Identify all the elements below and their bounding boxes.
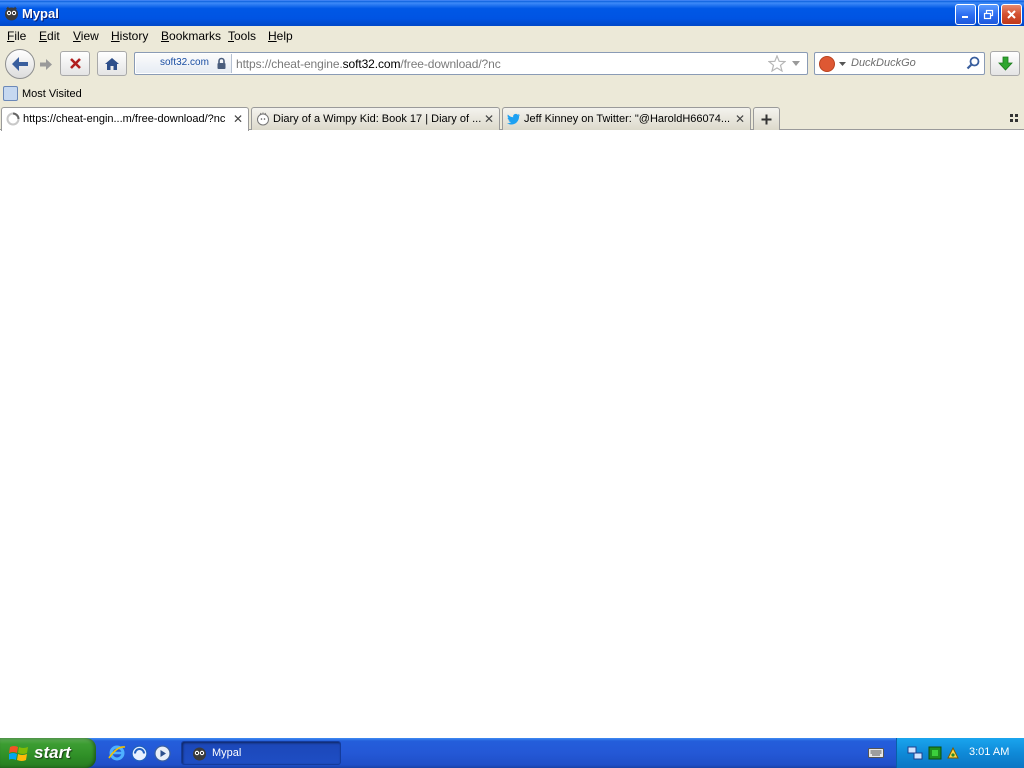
- search-icon[interactable]: [966, 56, 980, 70]
- window-titlebar[interactable]: Mypal: [0, 0, 1024, 26]
- search-bar[interactable]: DuckDuckGo: [814, 52, 985, 75]
- twitter-bird-icon: [507, 113, 520, 125]
- url-bar[interactable]: soft32.com https://cheat-engine.soft32.c…: [134, 52, 808, 75]
- plus-icon: [761, 114, 772, 124]
- media-player-icon: [153, 744, 171, 762]
- close-window-button[interactable]: [1001, 4, 1022, 25]
- tab-cheat-engine[interactable]: https://cheat-engin...m/free-download/?n…: [1, 107, 249, 131]
- bookmark-label: Most Visited: [22, 87, 82, 100]
- restore-icon: [983, 9, 994, 20]
- quicklaunch-ie[interactable]: [108, 744, 126, 762]
- bookmark-star-icon[interactable]: [768, 55, 786, 72]
- windows-logo-icon: [9, 745, 28, 761]
- tab-twitter[interactable]: Jeff Kinney on Twitter: "@HaroldH66074..…: [502, 107, 751, 130]
- duckduckgo-engine-icon[interactable]: [819, 56, 835, 72]
- internet-explorer-icon: [108, 745, 126, 761]
- lock-icon: [217, 57, 226, 69]
- minimize-icon: [962, 16, 968, 18]
- windows-taskbar: start Mypal 3:01 AM: [0, 738, 1024, 768]
- start-button[interactable]: start: [0, 738, 96, 768]
- restore-button[interactable]: [978, 4, 999, 25]
- network-icon[interactable]: [907, 745, 923, 761]
- tab-wimpy-kid[interactable]: Diary of a Wimpy Kid: Book 17 | Diary of…: [251, 107, 500, 130]
- system-tray: 3:01 AM: [896, 738, 1024, 768]
- bookmarks-toolbar: Most Visited: [0, 84, 1024, 106]
- tab-label: Jeff Kinney on Twitter: "@HaroldH66074..…: [524, 113, 731, 125]
- forward-button[interactable]: [35, 54, 57, 74]
- quicklaunch-browser[interactable]: [130, 744, 148, 762]
- close-icon: [1007, 10, 1016, 19]
- tab-strip: https://cheat-engin...m/free-download/?n…: [0, 106, 1024, 131]
- forward-arrow-icon: [40, 58, 52, 70]
- green-status-icon[interactable]: [927, 745, 943, 761]
- start-label: start: [34, 743, 71, 762]
- back-button[interactable]: [5, 49, 35, 79]
- site-identity-button[interactable]: soft32.com: [136, 54, 232, 73]
- menu-help[interactable]: Help: [268, 29, 293, 43]
- downloads-button[interactable]: [990, 51, 1020, 76]
- identity-host: soft32.com: [160, 57, 209, 68]
- download-arrow-icon: [997, 56, 1013, 71]
- back-arrow-icon: [12, 57, 28, 71]
- tab-label: Diary of a Wimpy Kid: Book 17 | Diary of…: [273, 113, 481, 125]
- new-tab-button[interactable]: [753, 107, 780, 130]
- home-icon: [105, 57, 119, 70]
- browser-icon: [130, 744, 148, 762]
- bookmark-most-visited[interactable]: Most Visited: [3, 86, 82, 101]
- menu-history[interactable]: History: [111, 29, 148, 43]
- home-button[interactable]: [97, 51, 127, 76]
- taskbar-button-mypal[interactable]: Mypal: [181, 741, 341, 765]
- folder-icon: [3, 86, 18, 101]
- url-dropdown-icon[interactable]: [791, 60, 801, 67]
- list-all-tabs-icon[interactable]: [1009, 113, 1019, 123]
- page-content-area[interactable]: [0, 130, 1024, 738]
- minimize-button[interactable]: [955, 4, 976, 25]
- menu-view[interactable]: View: [73, 29, 99, 43]
- tab-close-icon[interactable]: ✕: [233, 112, 243, 126]
- menu-edit[interactable]: Edit: [39, 29, 60, 43]
- menu-bar: File Edit View History Bookmarks Tools H…: [0, 26, 1024, 46]
- navigation-toolbar: soft32.com https://cheat-engine.soft32.c…: [0, 46, 1024, 84]
- menu-tools[interactable]: Tools: [228, 29, 256, 43]
- keyboard-language-icon[interactable]: [868, 746, 884, 759]
- engine-dropdown-icon[interactable]: [839, 62, 846, 66]
- window-title: Mypal: [22, 6, 59, 21]
- quicklaunch-media-player[interactable]: [153, 744, 171, 762]
- menu-file[interactable]: File: [7, 29, 26, 43]
- taskbar-clock: 3:01 AM: [969, 746, 1010, 758]
- mypal-app-icon: [193, 747, 206, 761]
- menu-bookmarks[interactable]: Bookmarks: [161, 29, 221, 43]
- url-text[interactable]: https://cheat-engine.soft32.com/free-dow…: [236, 57, 501, 71]
- search-placeholder: DuckDuckGo: [851, 57, 916, 69]
- site-icon: [257, 112, 269, 126]
- tab-close-icon[interactable]: ✕: [735, 112, 745, 126]
- tray-app-icon[interactable]: [945, 745, 961, 761]
- taskbar-button-label: Mypal: [212, 747, 242, 759]
- loading-spinner-icon: [6, 112, 20, 126]
- stop-x-icon: [69, 58, 81, 69]
- stop-button[interactable]: [60, 51, 90, 76]
- tab-label: https://cheat-engin...m/free-download/?n…: [23, 113, 226, 125]
- tab-close-icon[interactable]: ✕: [484, 112, 494, 126]
- mypal-app-icon: [5, 6, 18, 21]
